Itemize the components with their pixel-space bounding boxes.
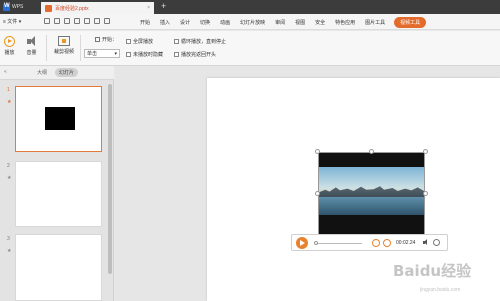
- watermark-url: jingyan.baidu.com: [420, 287, 461, 293]
- title-bar: WPS 百度经验2.pptx × +: [0, 0, 500, 14]
- quick-access-toolbar: [44, 18, 110, 24]
- print-preview-icon[interactable]: [74, 18, 80, 24]
- video-object[interactable]: [318, 152, 425, 236]
- rewind-checkbox[interactable]: 播放完返回开头: [174, 51, 216, 58]
- checkbox-box: [174, 52, 179, 57]
- ribbon-divider: [80, 35, 81, 61]
- animation-star-icon: ★: [7, 175, 12, 181]
- animation-star-icon: ★: [7, 248, 12, 254]
- playback-time: 00:02.24: [396, 240, 416, 246]
- tab-5[interactable]: 幻灯片放映: [235, 19, 270, 26]
- video-water: [319, 197, 424, 215]
- tab-11[interactable]: 视频工具: [394, 16, 427, 28]
- play-button[interactable]: 播放: [4, 36, 15, 56]
- tab-10[interactable]: 图片工具: [360, 19, 390, 26]
- wps-home-tab[interactable]: WPS: [0, 0, 40, 14]
- ribbon-divider: [46, 35, 47, 61]
- tab-3[interactable]: 切换: [195, 19, 215, 26]
- fast-forward-icon[interactable]: [383, 239, 391, 247]
- play-icon[interactable]: [296, 237, 308, 249]
- tab-7[interactable]: 视图: [290, 19, 310, 26]
- volume-button[interactable]: 音量: [26, 36, 37, 56]
- animation-star-icon: ★: [7, 99, 12, 105]
- slide-number: 3: [7, 236, 10, 242]
- loop-checkbox[interactable]: 循环播放，直到停止: [174, 38, 226, 45]
- resize-handle[interactable]: [423, 191, 428, 196]
- app-name: WPS: [12, 4, 24, 10]
- play-label: 播放: [4, 50, 15, 56]
- save-icon[interactable]: [44, 18, 50, 24]
- volume-icon[interactable]: [423, 239, 428, 245]
- chevron-down-icon: ▾: [114, 50, 117, 57]
- start-label: 开始：: [95, 36, 117, 43]
- undo-icon[interactable]: [84, 18, 90, 24]
- clip-video-button[interactable]: 裁剪视频: [54, 36, 74, 55]
- tab-outline[interactable]: 大纲: [37, 69, 47, 76]
- hide-when-not-playing-label: 未播放时隐藏: [133, 52, 164, 58]
- clip-video-label: 裁剪视频: [54, 49, 75, 55]
- document-tab[interactable]: 百度经验2.pptx ×: [41, 2, 154, 14]
- tab-slides[interactable]: 幻灯片: [55, 68, 79, 77]
- rewind-icon[interactable]: [372, 239, 380, 247]
- progress-handle[interactable]: [314, 241, 318, 245]
- customize-icon[interactable]: [104, 18, 110, 24]
- video-placeholder: [45, 107, 75, 130]
- tab-2[interactable]: 设计: [175, 19, 195, 26]
- tab-8[interactable]: 安全: [310, 19, 330, 26]
- start-label-text: 开始：: [102, 37, 118, 43]
- collapse-pane-icon[interactable]: «: [4, 69, 7, 75]
- scrollbar[interactable]: [108, 84, 112, 274]
- start-select-value: 单击: [87, 51, 98, 57]
- menu-bar: ≡ 文件 ▾ 开始 插入 设计 切换 动画 幻灯片放映 审阅 视图 安全 特色应用 图片工具 视频工具: [0, 14, 500, 30]
- fullscreen-label: 全屏播放: [133, 39, 154, 45]
- slide-thumbnail[interactable]: [15, 234, 102, 301]
- resize-handle[interactable]: [369, 149, 374, 154]
- redo-icon[interactable]: [94, 18, 100, 24]
- tab-4[interactable]: 动画: [215, 19, 235, 26]
- volume-icon: [26, 36, 37, 47]
- slide-pane: « 大纲 幻灯片 1 ★ 2 ★ 3 ★: [0, 66, 114, 301]
- tab-9[interactable]: 特色应用: [330, 19, 360, 26]
- resize-handle[interactable]: [315, 191, 320, 196]
- tab-6[interactable]: 审阅: [270, 19, 290, 26]
- wps-logo-icon: [3, 3, 10, 11]
- resize-handle[interactable]: [423, 149, 428, 154]
- file-menu[interactable]: ≡ 文件 ▾: [3, 18, 21, 25]
- loop-label: 循环播放，直到停止: [181, 39, 227, 45]
- volume-label: 音量: [26, 50, 37, 56]
- start-icon: [95, 37, 100, 42]
- slide-number: 2: [7, 163, 10, 169]
- slide-number: 1: [7, 87, 10, 93]
- ppt-file-icon: [45, 4, 52, 12]
- video-control-bar: 00:02.24: [291, 234, 448, 251]
- rewind-label: 播放完返回开头: [181, 52, 217, 58]
- checkbox-box: [126, 39, 131, 44]
- start-select[interactable]: 单击 ▾: [84, 49, 120, 58]
- tab-0[interactable]: 开始: [135, 19, 155, 26]
- tab-1[interactable]: 插入: [155, 19, 175, 26]
- export-pdf-icon[interactable]: [54, 18, 60, 24]
- document-tab-title: 百度经验2.pptx: [55, 5, 89, 12]
- progress-track[interactable]: [314, 243, 362, 244]
- checkbox-box: [174, 39, 179, 44]
- add-tab-icon[interactable]: +: [161, 1, 166, 11]
- close-tab-icon[interactable]: ×: [147, 5, 150, 11]
- video-tools-ribbon: 播放 音量 裁剪视频 开始： 单击 ▾ 全屏播放 未播放时隐藏 循环播放，直到停…: [0, 31, 500, 66]
- clip-video-icon: [58, 36, 70, 46]
- print-icon[interactable]: [64, 18, 70, 24]
- pane-tabs: « 大纲 幻灯片: [0, 66, 114, 80]
- ribbon-tabs: 开始 插入 设计 切换 动画 幻灯片放映 审阅 视图 安全 特色应用 图片工具 视频工具: [135, 14, 427, 30]
- fullscreen-checkbox[interactable]: 全屏播放: [126, 38, 153, 45]
- hide-when-not-playing-checkbox[interactable]: 未播放时隐藏: [126, 51, 163, 58]
- resize-handle[interactable]: [315, 149, 320, 154]
- slide-thumbnail[interactable]: [15, 161, 102, 227]
- checkbox-box: [126, 52, 131, 57]
- settings-icon[interactable]: [433, 239, 440, 246]
- slide-thumbnail[interactable]: [15, 86, 102, 152]
- play-icon: [4, 36, 15, 47]
- file-menu-label: ≡ 文件 ▾: [3, 19, 22, 25]
